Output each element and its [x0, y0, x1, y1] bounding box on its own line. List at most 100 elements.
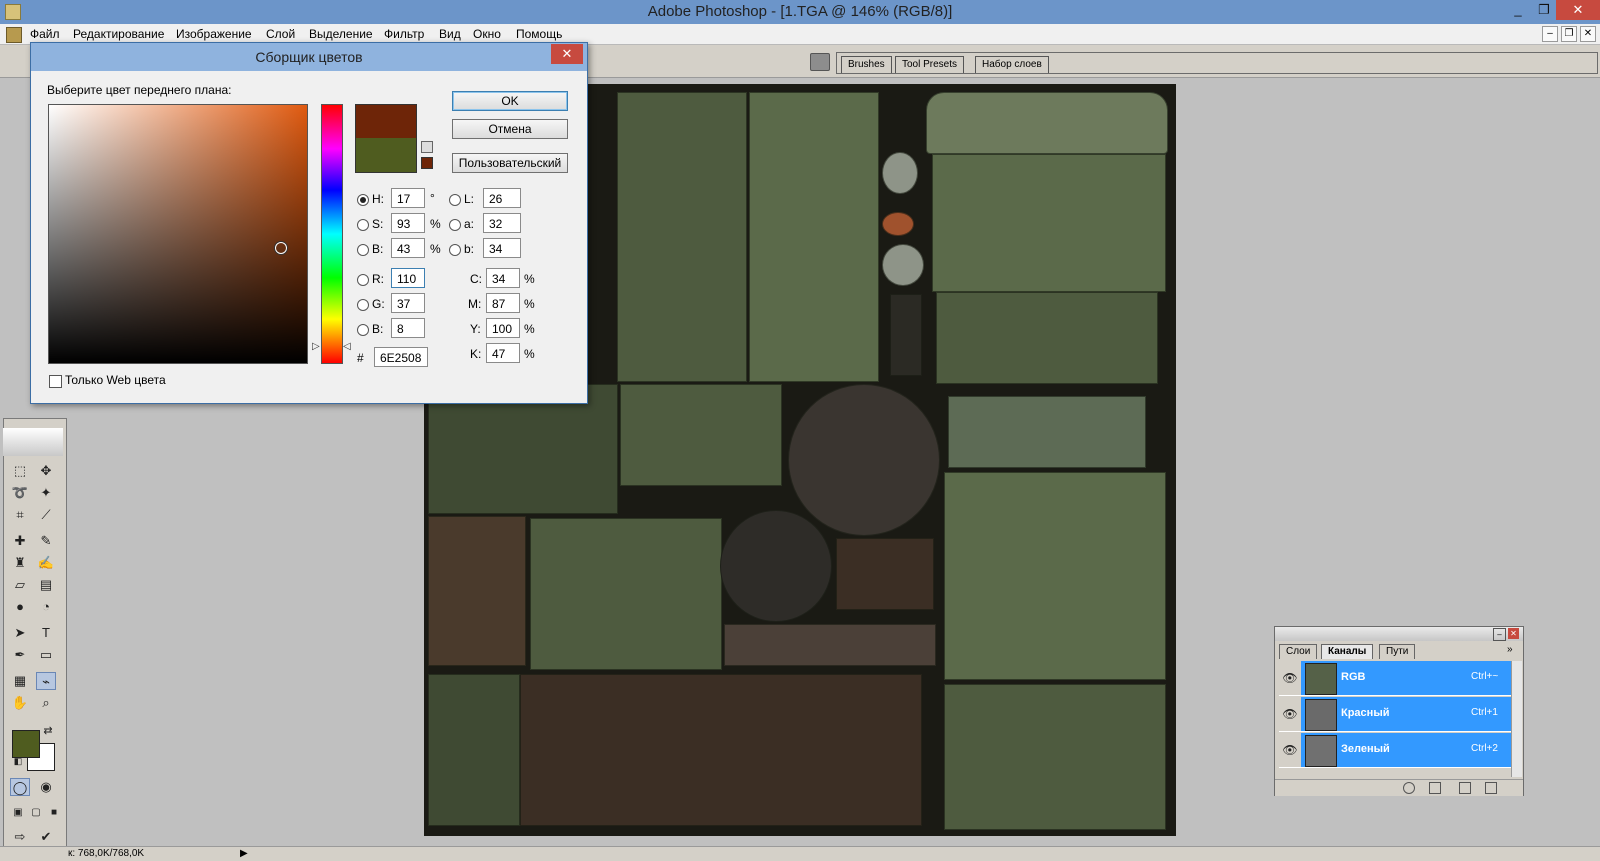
menu-image[interactable]: Изображение — [176, 27, 252, 41]
panel-close-icon[interactable]: ✕ — [1508, 628, 1519, 639]
menu-select[interactable]: Выделение — [309, 27, 373, 41]
printer-icon[interactable] — [810, 53, 830, 71]
current-color-swatch[interactable] — [355, 138, 417, 173]
close-button[interactable]: ✕ — [1556, 0, 1600, 20]
swap-colors-icon[interactable]: ⇄ — [38, 722, 58, 740]
tab-paths[interactable]: Пути — [1379, 644, 1416, 659]
healing-brush-tool-icon[interactable]: ✚ — [10, 532, 30, 550]
dodge-tool-icon[interactable]: ◔ — [36, 598, 56, 616]
red-field[interactable]: 110 — [391, 268, 425, 288]
hand-tool-icon[interactable]: ✋ — [10, 694, 30, 712]
radio-saturation[interactable] — [357, 219, 369, 231]
menu-help[interactable]: Помощь — [516, 27, 562, 41]
quick-mask-icon[interactable]: ◉ — [36, 778, 56, 796]
tab-tool-presets[interactable]: Tool Presets — [895, 56, 965, 73]
radio-blue[interactable] — [357, 324, 369, 336]
move-tool-icon[interactable]: ✥ — [36, 462, 56, 480]
load-selection-icon[interactable] — [1403, 782, 1415, 794]
yellow-field[interactable]: 100 — [486, 318, 520, 338]
green-field[interactable]: 37 — [391, 293, 425, 313]
tab-layers[interactable]: Слои — [1279, 644, 1318, 659]
magenta-field[interactable]: 87 — [486, 293, 520, 313]
doc-minimize-icon[interactable]: – — [1542, 26, 1558, 42]
zoom-tool-icon[interactable]: ⌕ — [36, 694, 56, 712]
channel-row-red[interactable]: 👁 Красный Ctrl+1 — [1279, 697, 1511, 732]
blue-field[interactable]: 8 — [391, 318, 425, 338]
menu-edit[interactable]: Редактирование — [73, 27, 164, 41]
panel-menu-icon[interactable]: » — [1507, 644, 1513, 655]
visibility-eye-icon[interactable]: 👁 — [1279, 661, 1301, 695]
radio-lab-a[interactable] — [449, 219, 461, 231]
cancel-button[interactable]: Отмена — [452, 119, 568, 139]
slice-tool-icon[interactable]: ⟋ — [36, 506, 56, 524]
gradient-tool-icon[interactable]: ▤ — [36, 576, 56, 594]
screen-mode-full-menu-icon[interactable]: ▢ — [26, 804, 46, 822]
eyedropper-tool-icon[interactable]: ⌁ — [36, 672, 56, 690]
panel-title-bar[interactable]: – ✕ — [1275, 627, 1523, 641]
color-field[interactable] — [48, 104, 308, 364]
radio-brightness[interactable] — [357, 244, 369, 256]
visibility-eye-icon[interactable]: 👁 — [1279, 697, 1301, 731]
new-channel-icon[interactable] — [1459, 782, 1471, 794]
hue-field[interactable]: 17 — [391, 188, 425, 208]
lab-l-field[interactable]: 26 — [483, 188, 521, 208]
status-menu-arrow-icon[interactable]: ▶ — [240, 847, 248, 861]
doc-restore-icon[interactable]: ❐ — [1561, 26, 1577, 42]
radio-lab-b[interactable] — [449, 244, 461, 256]
web-only-checkbox[interactable] — [49, 375, 62, 388]
slider-right-arrow-icon[interactable]: ◁ — [343, 341, 351, 352]
visibility-eye-icon[interactable]: 👁 — [1279, 733, 1301, 767]
delete-channel-icon[interactable] — [1485, 782, 1497, 794]
maximize-button[interactable]: ❐ — [1530, 0, 1558, 20]
websafe-color-swatch[interactable] — [421, 157, 433, 169]
blur-tool-icon[interactable]: ● — [10, 598, 30, 616]
hex-field[interactable]: 6E2508 — [374, 347, 428, 367]
feather-logo-icon[interactable] — [3, 428, 63, 456]
cyan-field[interactable]: 34 — [486, 268, 520, 288]
hue-slider[interactable] — [321, 104, 343, 364]
custom-colors-button[interactable]: Пользовательский — [452, 153, 568, 173]
standard-mode-icon[interactable]: ◯ — [10, 778, 30, 796]
tab-brushes[interactable]: Brushes — [841, 56, 892, 73]
tab-layer-comps[interactable]: Набор слоев — [975, 56, 1049, 73]
panel-minimize-icon[interactable]: – — [1493, 628, 1506, 641]
brightness-field[interactable]: 43 — [391, 238, 425, 258]
screen-mode-full-icon[interactable]: ■ — [44, 804, 64, 822]
channel-row-rgb[interactable]: 👁 RGB Ctrl+~ — [1279, 661, 1511, 696]
radio-lightness[interactable] — [449, 194, 461, 206]
pen-tool-icon[interactable]: ✒ — [10, 646, 30, 664]
saturation-field[interactable]: 93 — [391, 213, 425, 233]
channel-row-green[interactable]: 👁 Зеленый Ctrl+2 — [1279, 733, 1511, 768]
black-field[interactable]: 47 — [486, 343, 520, 363]
dialog-title-bar[interactable]: Сборщик цветов — [31, 43, 587, 71]
lab-a-field[interactable]: 32 — [483, 213, 521, 233]
radio-red[interactable] — [357, 274, 369, 286]
document-icon[interactable] — [6, 27, 22, 43]
tab-channels[interactable]: Каналы — [1321, 644, 1374, 659]
marquee-tool-icon[interactable]: ⬚ — [10, 462, 30, 480]
menu-filter[interactable]: Фильтр — [384, 27, 424, 41]
panel-scrollbar[interactable] — [1511, 661, 1522, 777]
color-field-cursor[interactable] — [275, 242, 287, 254]
minimize-button[interactable]: _ — [1504, 0, 1532, 20]
foreground-color-swatch[interactable] — [12, 730, 40, 758]
radio-hue[interactable] — [357, 194, 369, 206]
radio-green[interactable] — [357, 299, 369, 311]
shape-tool-icon[interactable]: ▭ — [36, 646, 56, 664]
notes-tool-icon[interactable]: ▦ — [10, 672, 30, 690]
path-selection-tool-icon[interactable]: ➤ — [10, 624, 30, 642]
menu-file[interactable]: Файл — [30, 27, 60, 41]
dialog-close-icon[interactable]: ✕ — [551, 44, 583, 64]
lasso-tool-icon[interactable]: ➰ — [10, 484, 30, 502]
brush-tool-icon[interactable]: ✎ — [36, 532, 56, 550]
crop-tool-icon[interactable]: ⌗ — [10, 506, 30, 524]
eraser-tool-icon[interactable]: ▱ — [10, 576, 30, 594]
history-brush-tool-icon[interactable]: ✍ — [36, 554, 56, 572]
web-cube-icon[interactable] — [421, 141, 433, 153]
edit-in-imageready-icon[interactable]: ✔ — [36, 828, 56, 846]
slider-left-arrow-icon[interactable]: ▷ — [312, 341, 320, 352]
menu-window[interactable]: Окно — [473, 27, 501, 41]
save-selection-icon[interactable] — [1429, 782, 1441, 794]
magic-wand-tool-icon[interactable]: ✦ — [36, 484, 56, 502]
jump-to-imageready-icon[interactable]: ⇨ — [10, 828, 30, 846]
